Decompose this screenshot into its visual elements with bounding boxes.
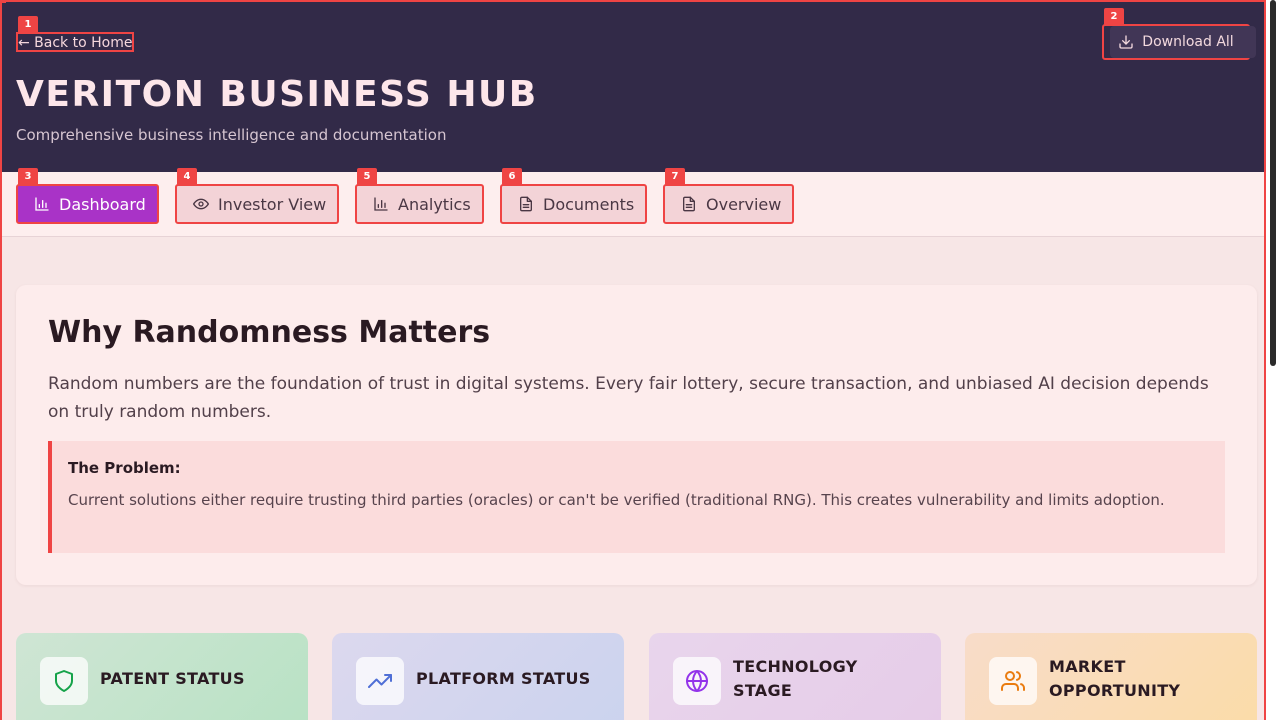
annotation-badge: 5	[357, 168, 377, 186]
tab-investor-view[interactable]: Investor View	[175, 184, 339, 224]
stat-label: PATENT STATUS	[100, 669, 245, 688]
back-to-home-link[interactable]: ← Back to Home	[16, 32, 135, 52]
document-icon	[520, 196, 532, 212]
document-icon	[683, 196, 695, 212]
scrollbar-thumb[interactable]	[1270, 0, 1276, 366]
scrollbar[interactable]	[1266, 0, 1280, 720]
annotation-badge: 2	[1104, 8, 1124, 26]
page-subtitle: Comprehensive business intelligence and …	[16, 126, 447, 144]
tab-label: Analytics	[398, 194, 471, 214]
tab-label: Documents	[543, 194, 635, 214]
stat-icon-box	[40, 657, 88, 705]
tab-label: Investor View	[218, 194, 327, 214]
stat-card-patent-status: PATENT STATUS	[16, 633, 308, 720]
section-lead: Random numbers are the foundation of tru…	[48, 374, 1209, 422]
stat-icon-box	[673, 657, 721, 705]
why-randomness-card: Why Randomness Matters Random numbers ar…	[16, 285, 1257, 585]
tab-label: Overview	[706, 194, 782, 214]
page-header: ← Back to Home Download All VERITON BUSI…	[0, 0, 1266, 172]
problem-title: The Problem:	[68, 459, 181, 477]
bar-chart-icon	[374, 197, 388, 211]
stat-label: PLATFORM STATUS	[416, 669, 591, 688]
page-title: VERITON BUSINESS HUB	[16, 74, 538, 115]
trending-up-icon	[368, 674, 392, 688]
stat-icon-box	[356, 657, 404, 705]
stat-icon-box	[989, 657, 1037, 705]
users-icon	[1001, 671, 1025, 691]
tab-dashboard[interactable]: Dashboard	[16, 184, 159, 224]
shield-icon	[55, 670, 73, 692]
stat-card-technology-stage: TECHNOLOGY STAGE	[649, 633, 941, 720]
annotation-badge: 3	[18, 168, 38, 186]
annotation-badge: 4	[177, 168, 197, 186]
download-icon	[1119, 35, 1133, 49]
annotation-corner	[0, 0, 6, 3]
annotation-badge: 7	[665, 168, 685, 186]
problem-callout: The Problem: Current solutions either re…	[48, 441, 1225, 553]
tab-overview[interactable]: Overview	[663, 184, 794, 224]
annotation-badge: 1	[18, 16, 38, 34]
stat-label: TECHNOLOGY STAGE	[733, 657, 858, 700]
problem-body: Current solutions either require trustin…	[68, 491, 1165, 509]
bar-chart-icon	[35, 197, 49, 211]
tab-label: Dashboard	[59, 194, 146, 214]
annotation-badge: 6	[502, 168, 522, 186]
tab-documents[interactable]: Documents	[500, 184, 647, 224]
stat-card-market-opportunity: MARKET OPPORTUNITY	[965, 633, 1257, 720]
download-all-button[interactable]: Download All	[1102, 24, 1256, 60]
globe-icon	[686, 670, 708, 692]
section-title: Why Randomness Matters	[48, 315, 491, 350]
download-all-label: Download All	[1142, 34, 1234, 50]
eye-icon	[193, 198, 209, 210]
stat-card-platform-status: PLATFORM STATUS	[332, 633, 624, 720]
stat-label: MARKET OPPORTUNITY	[1049, 657, 1181, 700]
tab-analytics[interactable]: Analytics	[355, 184, 484, 224]
